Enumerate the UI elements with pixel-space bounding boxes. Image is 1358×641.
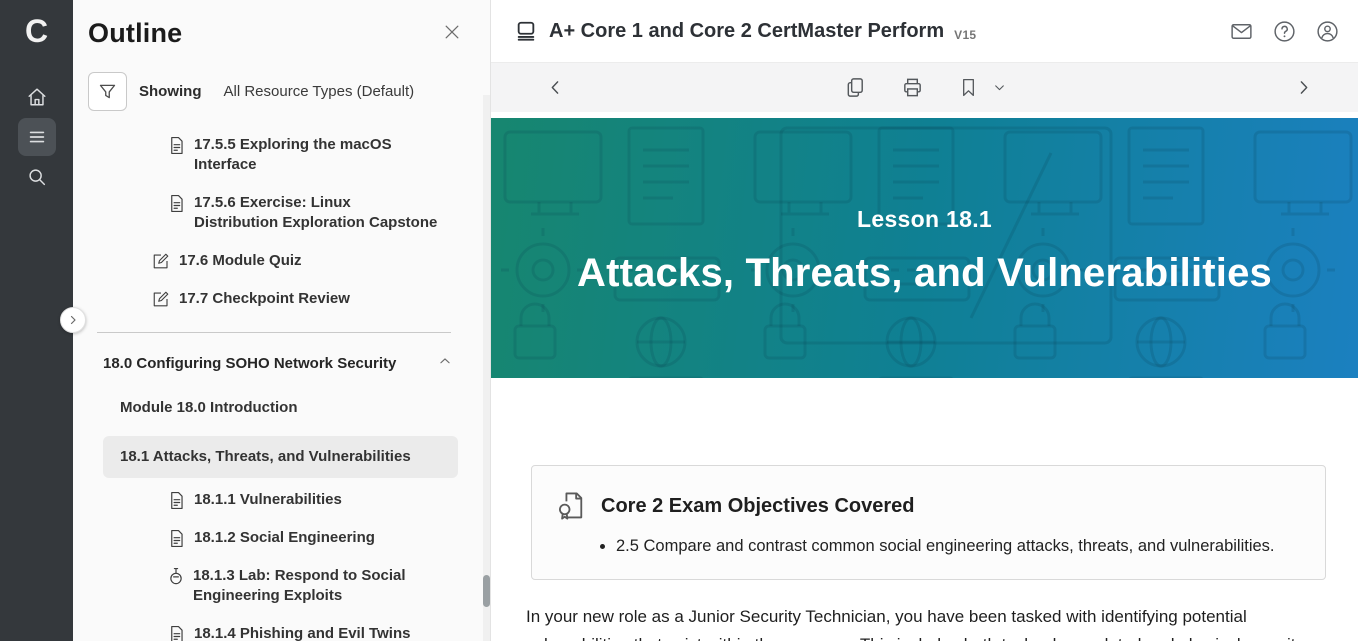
outline-item-label: 17.6 Module Quiz xyxy=(179,252,302,269)
course-title: A+ Core 1 and Core 2 CertMaster Perform xyxy=(549,19,945,42)
chevron-down-icon xyxy=(993,81,1006,94)
outline-divider xyxy=(97,332,451,333)
outline-section-header[interactable]: 18.0 Configuring SOHO Network Security xyxy=(88,354,460,374)
home-icon xyxy=(26,86,48,108)
bookmark-button[interactable] xyxy=(958,76,979,99)
exam-objectives-box: Core 2 Exam Objectives Covered 2.5 Compa… xyxy=(531,465,1326,580)
search-icon xyxy=(26,166,48,188)
outline-item[interactable]: 17.5.6 Exercise: Linux Distribution Expl… xyxy=(88,193,460,233)
exam-objectives-title: Core 2 Exam Objectives Covered xyxy=(601,494,915,517)
outline-item-label: 18.1.3 Lab: Respond to Social Engineerin… xyxy=(193,567,406,604)
filter-row: Showing All Resource Types (Default) xyxy=(88,72,490,111)
bookmark-control xyxy=(958,76,1006,99)
help-button[interactable] xyxy=(1272,19,1297,44)
outline-item-label: 17.7 Checkpoint Review xyxy=(179,290,350,307)
outline-item[interactable]: 18.1.2 Social Engineering xyxy=(88,528,460,548)
outline-scrollbar-thumb[interactable] xyxy=(483,575,490,607)
home-button[interactable] xyxy=(18,78,56,116)
hero-lesson-number: Lesson 18.1 xyxy=(857,206,992,232)
outline-item-label: 18.1 Attacks, Threats, and Vulnerabiliti… xyxy=(120,448,411,465)
account-icon xyxy=(1315,19,1340,44)
outline-menu-icon xyxy=(26,126,48,148)
outline-panel: Outline Showing All Resource Types (Defa… xyxy=(73,0,490,641)
filter-button[interactable] xyxy=(88,72,127,111)
filter-funnel-icon xyxy=(97,81,118,102)
outline-item-selected[interactable]: 18.1 Attacks, Threats, and Vulnerabiliti… xyxy=(103,436,458,478)
outline-item-label: 18.1.4 Phishing and Evil Twins xyxy=(194,625,411,641)
outline-item-label: 18.1.2 Social Engineering xyxy=(194,529,375,546)
course-book-icon xyxy=(515,20,537,42)
chevron-up-icon[interactable] xyxy=(438,354,452,368)
outline-item-label: 17.5.5 Exploring the macOS Interface xyxy=(194,136,392,173)
lesson-toolbar xyxy=(491,62,1358,112)
outline-list: 17.5.5 Exploring the macOS Interface 17.… xyxy=(88,135,490,641)
course-header: A+ Core 1 and Core 2 CertMaster Perform … xyxy=(491,0,1358,62)
chevron-right-icon xyxy=(1295,79,1312,96)
bookmark-icon xyxy=(958,76,979,99)
mail-button[interactable] xyxy=(1229,19,1254,44)
copy-button[interactable] xyxy=(844,76,867,99)
outline-section-label: 18.0 Configuring SOHO Network Security xyxy=(103,355,397,372)
quiz-pencil-icon xyxy=(152,252,170,270)
document-icon xyxy=(168,194,185,213)
copy-icon xyxy=(844,76,867,99)
previous-page-button[interactable] xyxy=(547,79,564,96)
exam-objective-item: 2.5 Compare and contrast common social e… xyxy=(616,535,1301,557)
document-icon xyxy=(168,529,185,548)
chevron-right-expand-icon xyxy=(67,314,79,326)
chevron-left-icon xyxy=(547,79,564,96)
outline-menu-button[interactable] xyxy=(17,118,56,156)
outline-panel-title: Outline xyxy=(88,18,183,48)
panel-collapse-toggle[interactable] xyxy=(60,307,86,333)
search-button[interactable] xyxy=(18,158,56,196)
document-icon xyxy=(168,136,185,155)
lesson-hero-banner: Lesson 18.1 Attacks, Threats, and Vulner… xyxy=(491,118,1358,378)
comptia-logo[interactable]: C xyxy=(25,12,48,50)
app-window: C Outline Showing All Resource Types (De… xyxy=(0,0,1358,641)
lab-flask-icon xyxy=(168,567,184,586)
outline-scrollbar-track[interactable] xyxy=(483,95,490,641)
mail-icon xyxy=(1229,19,1254,44)
bookmark-menu-button[interactable] xyxy=(993,81,1006,94)
print-button[interactable] xyxy=(901,76,924,99)
filter-value[interactable]: All Resource Types (Default) xyxy=(224,83,415,100)
lesson-content: Core 2 Exam Objectives Covered 2.5 Compa… xyxy=(491,378,1358,641)
outline-item[interactable]: 17.6 Module Quiz xyxy=(88,251,460,271)
account-button[interactable] xyxy=(1315,19,1340,44)
outline-item[interactable]: 17.7 Checkpoint Review xyxy=(88,289,460,309)
outline-item-label: 17.5.6 Exercise: Linux Distribution Expl… xyxy=(194,194,438,231)
outline-item-label: 18.1.1 Vulnerabilities xyxy=(194,491,342,508)
outline-item[interactable]: 17.5.5 Exploring the macOS Interface xyxy=(88,135,460,175)
outline-item-label: Module 18.0 Introduction xyxy=(120,399,298,416)
hero-lesson-title: Attacks, Threats, and Vulnerabilities xyxy=(576,251,1273,295)
course-version-badge: V15 xyxy=(954,27,977,42)
close-icon xyxy=(442,22,462,42)
outline-item[interactable]: Module 18.0 Introduction xyxy=(88,398,460,418)
next-page-button[interactable] xyxy=(1295,79,1312,96)
showing-label: Showing xyxy=(139,83,202,100)
help-icon xyxy=(1272,19,1297,44)
quiz-pencil-icon xyxy=(152,290,170,308)
outline-item[interactable]: 18.1.4 Phishing and Evil Twins xyxy=(88,624,460,641)
document-icon xyxy=(168,491,185,510)
lesson-intro-paragraph: In your new role as a Junior Security Te… xyxy=(526,607,1304,641)
print-icon xyxy=(901,76,924,99)
outline-item[interactable]: 18.1.1 Vulnerabilities xyxy=(88,490,460,510)
outline-item[interactable]: 18.1.3 Lab: Respond to Social Engineerin… xyxy=(88,566,460,606)
close-outline-button[interactable] xyxy=(442,22,462,42)
document-icon xyxy=(168,625,185,641)
certificate-icon xyxy=(556,490,586,522)
main-content-area: A+ Core 1 and Core 2 CertMaster Perform … xyxy=(490,0,1358,641)
